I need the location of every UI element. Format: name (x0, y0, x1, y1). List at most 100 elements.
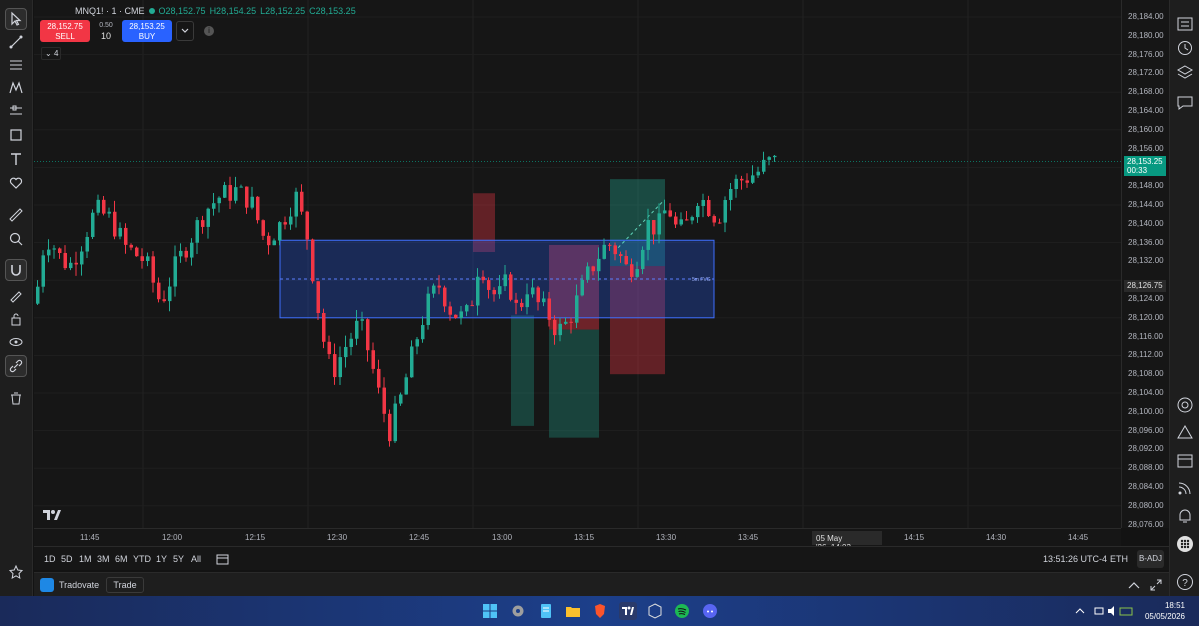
discord-app[interactable] (701, 602, 719, 620)
system-tray-icons[interactable] (1094, 605, 1134, 617)
tradingview-app[interactable] (619, 602, 637, 620)
pattern-tool[interactable] (5, 77, 27, 99)
left-drawing-toolbar (0, 0, 33, 596)
lock-all-tool[interactable] (5, 308, 27, 330)
calendar-button[interactable] (1175, 450, 1195, 470)
indicators-collapse-button[interactable]: ⌄ 4 (41, 47, 61, 60)
broker-name[interactable]: Tradovate (59, 580, 99, 590)
market-status-dot (148, 8, 155, 14)
ruler-tool[interactable] (5, 204, 27, 226)
candle-down (316, 281, 320, 314)
candle-up (85, 236, 89, 252)
apps-button[interactable] (1175, 534, 1195, 554)
lock-drawing-tool[interactable] (5, 284, 27, 306)
session-toggle[interactable]: ETH (1110, 554, 1128, 564)
adjustment-toggle[interactable]: B-ADJ (1137, 550, 1164, 568)
chat-button[interactable] (1175, 93, 1195, 113)
brave-browser-app[interactable] (591, 602, 609, 620)
candle-up (767, 157, 771, 160)
candle-up (575, 295, 579, 323)
quantity-box[interactable]: 0.50 10 (94, 21, 118, 41)
maximize-icon[interactable] (1150, 579, 1162, 591)
alerts-button[interactable] (1175, 38, 1195, 58)
watchlist-star[interactable] (5, 561, 27, 583)
candle-down (624, 256, 628, 265)
indicator-count: 4 (53, 49, 59, 58)
chevron-up-icon[interactable] (1128, 580, 1140, 590)
range-button-5d[interactable]: 5D (61, 554, 73, 564)
order-options-button[interactable] (176, 21, 194, 41)
tradingview-logo-icon (43, 510, 61, 520)
candle-down (151, 256, 155, 283)
candle-up (762, 159, 766, 172)
favorite-tool[interactable] (5, 172, 27, 194)
bar-countdown: 00:33 (1127, 165, 1148, 175)
notepad-app[interactable] (537, 602, 555, 620)
candle-up (96, 199, 100, 213)
sell-button[interactable]: 28,152.75 SELL (40, 20, 90, 42)
forecast-tool[interactable] (5, 100, 27, 122)
magnet-tool[interactable] (5, 259, 27, 281)
buy-button[interactable]: 28,153.25 BUY (122, 20, 172, 42)
buy-price: 28,153.25 (129, 22, 165, 31)
candle-up (558, 323, 562, 336)
date-picker-icon[interactable] (216, 553, 229, 565)
range-button-1y[interactable]: 1Y (156, 554, 167, 564)
time-axis[interactable]: 05 May '26 14:03 11:45 12:00 12:15 12:30 12:… (34, 528, 1121, 552)
range-button-all[interactable]: All (191, 554, 201, 564)
candle-down (124, 227, 128, 245)
discord-icon (703, 604, 717, 618)
candlestick-chart[interactable]: 5m FVG (34, 0, 1121, 528)
ideas-button[interactable] (1175, 422, 1195, 442)
range-button-1d[interactable]: 1D (44, 554, 56, 564)
candle-down (135, 247, 139, 257)
time-tick-label: 13:00 (492, 533, 513, 542)
position-target-zone (549, 329, 599, 438)
candle-up (223, 185, 227, 198)
delete-tool[interactable] (5, 387, 27, 409)
start-button[interactable] (481, 602, 499, 620)
range-button-5y[interactable]: 5Y (173, 554, 184, 564)
candle-down (333, 354, 337, 378)
data-window-button[interactable] (1175, 395, 1195, 415)
info-icon[interactable]: i (204, 26, 214, 36)
file-explorer-app[interactable] (564, 602, 582, 620)
candle-down (201, 220, 205, 227)
price-tick-label: 28,140.00 (1128, 218, 1164, 228)
help-button[interactable]: ? (1175, 572, 1195, 592)
sync-tool[interactable] (5, 355, 27, 377)
range-button-6m[interactable]: 6M (115, 554, 128, 564)
range-button-3m[interactable]: 3M (97, 554, 110, 564)
candle-up (459, 311, 463, 319)
hide-tool[interactable] (5, 331, 27, 353)
price-axis[interactable]: 28,184.00 28,180.00 28,176.00 28,172.00 28,1… (1121, 0, 1169, 529)
zoom-tool[interactable] (5, 228, 27, 250)
symbol-name[interactable]: MNQ1! · 1 · CME (75, 6, 145, 16)
range-button-ytd[interactable]: YTD (133, 554, 151, 564)
settings-app[interactable] (509, 602, 527, 620)
eye-icon (9, 338, 23, 346)
tray-chevron-up-icon[interactable] (1075, 607, 1085, 615)
cube-app[interactable] (646, 602, 664, 620)
system-clock[interactable]: 18:51 05/05/2026 (1145, 600, 1185, 622)
object-tree-button[interactable] (1175, 63, 1195, 83)
chart-canvas[interactable]: 5m FVG MNQ1! · 1 · CME O28,152.75 H28,15… (34, 0, 1121, 528)
current-time[interactable]: 13:51:26 UTC-4 (1043, 554, 1107, 564)
range-button-1m[interactable]: 1M (79, 554, 92, 564)
trade-tab[interactable]: Trade (106, 577, 144, 593)
notifications-button[interactable] (1175, 506, 1195, 526)
candle-down (261, 220, 265, 236)
fib-tool[interactable] (5, 54, 27, 76)
streams-button[interactable] (1175, 478, 1195, 498)
trend-line-tool[interactable] (5, 31, 27, 53)
shape-tool[interactable] (5, 124, 27, 146)
watchlist-button[interactable] (1175, 14, 1195, 34)
cursor-tool[interactable] (5, 8, 27, 30)
help-icon: ? (1177, 574, 1193, 590)
candle-up (646, 220, 650, 250)
text-tool[interactable] (5, 148, 27, 170)
notepad-icon (541, 604, 551, 618)
price-tick-label: 28,120.00 (1128, 312, 1164, 322)
candle-up (663, 210, 667, 214)
spotify-app[interactable] (673, 602, 691, 620)
